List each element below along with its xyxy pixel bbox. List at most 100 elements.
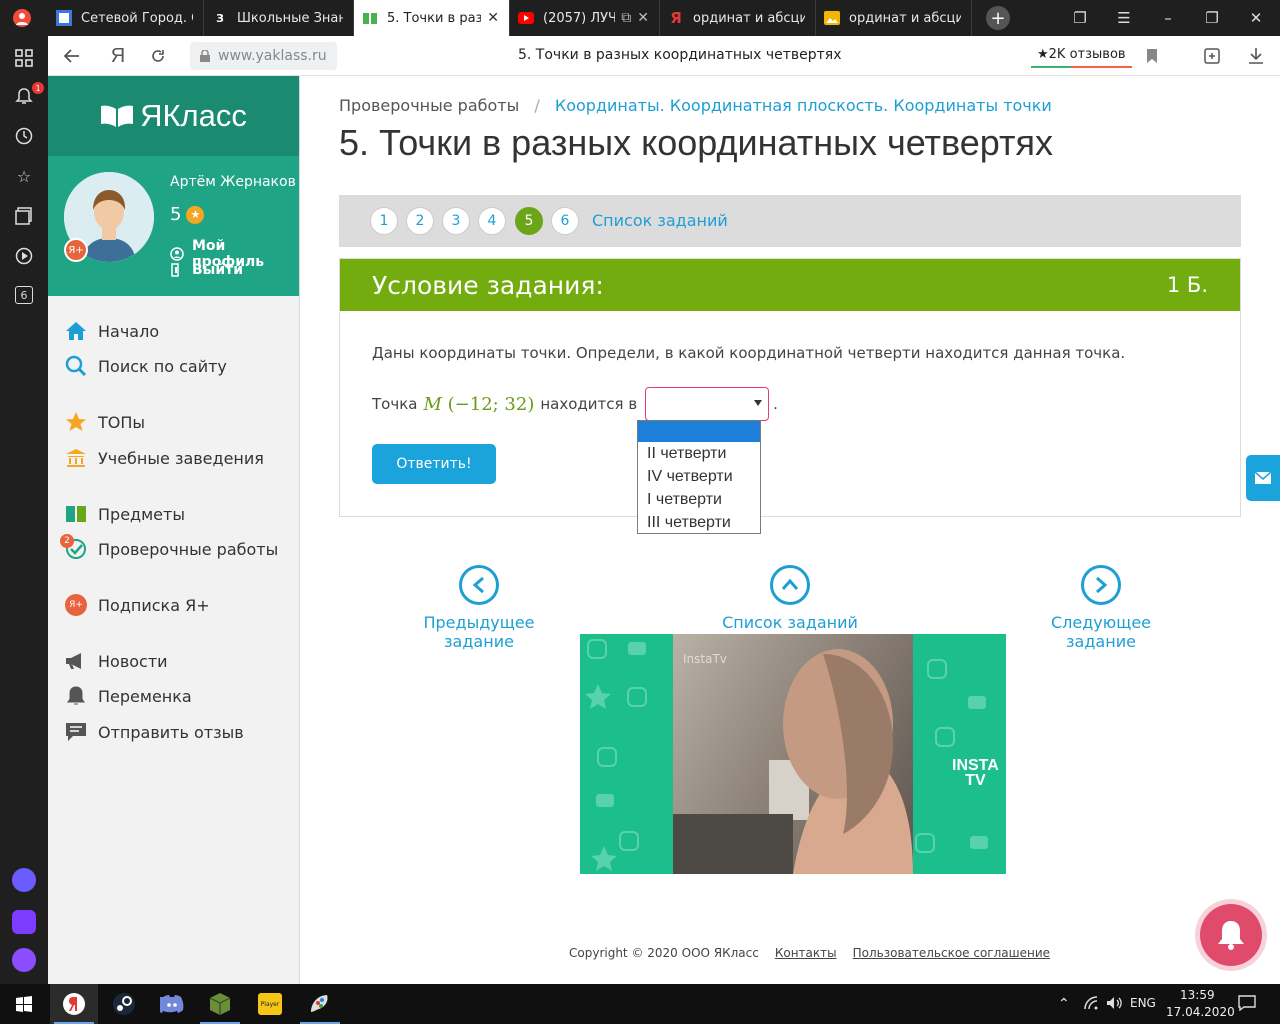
dropdown-option-ii[interactable]: II четверти <box>638 442 760 465</box>
push-notifications-button[interactable] <box>1200 904 1262 966</box>
task-number-6[interactable]: 6 <box>551 207 579 235</box>
tabs-overview-icon[interactable]: ❐ <box>1070 8 1090 28</box>
tab-youtube[interactable]: (2057) ЛУЧШ ⧉ ✕ <box>510 0 660 36</box>
clock-date[interactable]: 17.04.2020 <box>1166 1005 1235 1019</box>
panel-counter-icon[interactable]: 6 <box>15 286 33 304</box>
clock-time[interactable]: 13:59 <box>1180 988 1215 1002</box>
video-player-icon[interactable] <box>14 246 34 266</box>
close-tab-icon[interactable]: ✕ <box>487 10 499 26</box>
protect-icon[interactable] <box>1202 46 1222 66</box>
yaklass-logo[interactable]: ЯКласс <box>48 76 299 156</box>
task-number-2[interactable]: 2 <box>406 207 434 235</box>
tab-setevoy-gorod[interactable]: Сетевой Город. О <box>48 0 204 36</box>
video-content-image <box>673 649 913 874</box>
alice-assistant-icon[interactable] <box>12 868 36 892</box>
task-number-4[interactable]: 4 <box>478 207 506 235</box>
alice-round-icon[interactable] <box>12 948 36 972</box>
bookmarks-star-icon[interactable]: ☆ <box>14 166 34 186</box>
taskbar-player[interactable]: Player <box>246 984 294 1024</box>
site-footer: Copyright © 2020 ООО ЯКласс Контакты Пол… <box>569 946 1066 960</box>
taskbar-yandex-browser[interactable] <box>50 984 98 1024</box>
check-circle-icon: 2 <box>60 534 88 560</box>
video-advertisement[interactable]: InstaTv INSTA TV <box>580 634 1006 874</box>
nav-tests[interactable]: 2 Проверочные работы <box>60 534 278 562</box>
network-icon[interactable] <box>1084 996 1098 1013</box>
feedback-mail-tab[interactable] <box>1246 455 1280 501</box>
volume-icon[interactable] <box>1106 996 1122 1013</box>
dropdown-option-iv[interactable]: IV четверти <box>638 465 760 488</box>
copyright-text: Copyright © 2020 ООО ЯКласс <box>569 946 759 960</box>
answer-button[interactable]: Ответить! <box>372 444 496 484</box>
nav-search[interactable]: Поиск по сайту <box>64 353 227 379</box>
history-clock-icon[interactable] <box>14 126 34 146</box>
tab-shkolnye-znaniya[interactable]: З Школьные Знания <box>204 0 354 36</box>
task-number-1[interactable]: 1 <box>370 207 398 235</box>
task-list-nav[interactable]: Список заданий <box>720 565 860 632</box>
profile-icon <box>170 247 184 261</box>
yandex-images-favicon <box>824 10 840 26</box>
nav-feedback[interactable]: Отправить отзыв <box>64 719 244 745</box>
notification-count-badge: 1 <box>32 82 44 94</box>
collections-icon[interactable] <box>14 206 34 226</box>
breadcrumb-topic-link[interactable]: Координаты. Координатная плоскость. Коор… <box>555 96 1052 115</box>
download-icon[interactable] <box>1246 46 1266 66</box>
user-agreement-link[interactable]: Пользовательское соглашение <box>853 946 1050 960</box>
taskbar-paint[interactable] <box>296 984 344 1024</box>
chevron-right-icon <box>1081 565 1121 605</box>
notifications-bell-icon[interactable] <box>14 86 34 106</box>
contacts-link[interactable]: Контакты <box>775 946 837 960</box>
breadcrumb-root[interactable]: Проверочные работы <box>339 96 519 115</box>
mute-tab-icon[interactable]: ⧉ <box>621 10 631 26</box>
apps-grid-icon[interactable] <box>14 48 34 68</box>
tab-yaklass-current[interactable]: 5. Точки в разн ✕ <box>354 0 510 36</box>
dropdown-option-empty[interactable] <box>638 421 760 442</box>
messenger-icon[interactable] <box>12 910 36 934</box>
taskbar-minecraft[interactable] <box>196 984 244 1024</box>
task-number-3[interactable]: 3 <box>442 207 470 235</box>
windows-start-icon[interactable] <box>0 984 48 1024</box>
reviews-button[interactable]: ★2K отзывов <box>1031 42 1132 68</box>
bookmark-flag-icon[interactable] <box>1142 46 1162 66</box>
yandex-home-icon[interactable]: Я <box>108 45 128 67</box>
input-language[interactable]: ENG <box>1130 996 1156 1010</box>
nav-tops[interactable]: ТОПы <box>64 409 145 435</box>
youtube-favicon <box>518 10 534 26</box>
instatv-logo: INSTA TV <box>952 757 999 789</box>
nav-schools[interactable]: Учебные заведения <box>64 445 264 471</box>
close-tab-icon[interactable]: ✕ <box>637 10 649 26</box>
restore-icon[interactable]: ❐ <box>1202 8 1222 28</box>
nav-subjects[interactable]: Предметы <box>64 501 185 527</box>
nav-subscription[interactable]: Я+ Подписка Я+ <box>64 592 210 618</box>
video-frame[interactable]: InstaTv <box>673 634 913 874</box>
action-center-icon[interactable] <box>1238 995 1256 1014</box>
ya-plus-circle: Я+ <box>65 594 87 616</box>
nav-home[interactable]: Начало <box>64 318 159 344</box>
nav-break[interactable]: Переменка <box>64 683 192 709</box>
taskbar-discord[interactable] <box>148 984 196 1024</box>
yandex-browser-icon[interactable] <box>12 8 32 28</box>
task-number-bar: 1 2 3 4 5 6 Список заданий <box>339 195 1241 247</box>
tab-yandex-search-1[interactable]: Я ординат и абсцис <box>660 0 816 36</box>
tab-yandex-images[interactable]: ординат и абсцис <box>816 0 972 36</box>
tests-count-badge: 2 <box>60 534 74 548</box>
quadrant-select[interactable] <box>645 387 770 421</box>
task-number-5-current[interactable]: 5 <box>515 207 543 235</box>
dropdown-option-iii[interactable]: III четверти <box>638 511 760 534</box>
tray-expand-icon[interactable]: ⌃ <box>1058 996 1070 1012</box>
taskbar-steam[interactable] <box>100 984 148 1024</box>
url-field[interactable]: www.yaklass.ru <box>190 42 337 70</box>
next-task-nav[interactable]: Следующее задание <box>1018 565 1184 651</box>
task-points: 1 Б. <box>1166 273 1208 297</box>
nav-news[interactable]: Новости <box>64 648 168 674</box>
close-window-icon[interactable]: ✕ <box>1246 8 1266 28</box>
menu-icon[interactable]: ☰ <box>1114 8 1134 28</box>
minimize-icon[interactable]: – <box>1158 8 1178 28</box>
back-arrow-icon[interactable] <box>62 46 82 66</box>
task-list-link[interactable]: Список заданий <box>592 211 728 230</box>
prev-task-nav[interactable]: Предыдущее задание <box>394 565 564 651</box>
user-score: 5 ★ <box>170 204 205 225</box>
reload-icon[interactable] <box>148 46 168 66</box>
dropdown-option-i[interactable]: I четверти <box>638 488 760 511</box>
logout-link[interactable]: Выйти <box>170 262 243 278</box>
new-tab-plus-icon[interactable]: + <box>986 6 1010 30</box>
